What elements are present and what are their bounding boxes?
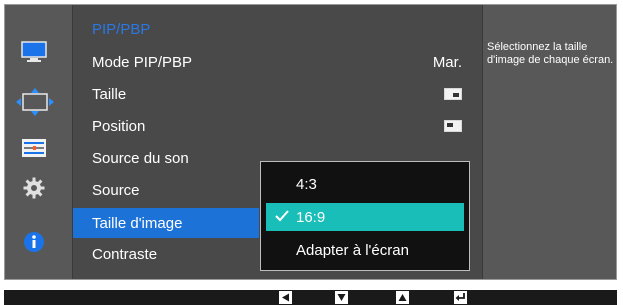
onscreen-display-move-icon[interactable]: [15, 87, 55, 117]
popup-option-adapter-a-l-ecran[interactable]: Adapter à l'écran: [266, 236, 464, 264]
menu-item-value: Mar.: [432, 53, 462, 71]
help-description: Sélectionnez la taille d'image de chaque…: [487, 41, 614, 66]
image-size-popup: 4:3 16:9 Adapter à l'écran: [260, 161, 470, 271]
menu-item-position[interactable]: Position: [73, 111, 482, 141]
system-sliders-icon[interactable]: [19, 133, 49, 163]
menu-item-label: Contraste: [92, 245, 158, 263]
popup-option-label: 16:9: [296, 208, 326, 226]
menu-item-mode-pip-pbp[interactable]: Mode PIP/PBP Mar.: [73, 47, 482, 77]
info-icon[interactable]: [19, 227, 49, 257]
menu-item-label: Position: [92, 117, 146, 135]
menu-item-label: Taille: [92, 85, 127, 103]
arrow-down-key-icon: [335, 291, 348, 304]
enter-key-icon: [454, 291, 467, 304]
arrow-up-key-icon: [396, 291, 409, 304]
arrow-left-key-icon: [279, 291, 292, 304]
osd-icon-rail: [5, 5, 72, 279]
navigation-guide-bar: [4, 290, 617, 305]
pip-size-icon: [444, 88, 462, 100]
menu-item-label: Source du son: [92, 149, 189, 167]
pip-position-icon: [444, 120, 462, 132]
popup-option-label: 4:3: [296, 175, 317, 193]
monitor-osd: PIP/PBP Mode PIP/PBP Mar. Taille Positio…: [4, 4, 617, 280]
picture-icon[interactable]: [19, 37, 49, 67]
popup-option-16-9[interactable]: 16:9: [266, 203, 464, 231]
menu-item-taille-d-image[interactable]: Taille d'image: [73, 208, 259, 238]
menu-item-label: Source: [92, 181, 140, 199]
menu-item-label: Mode PIP/PBP: [92, 53, 193, 71]
menu-header: PIP/PBP: [92, 21, 151, 38]
menu-item-label: Taille d'image: [92, 214, 183, 232]
popup-option-4-3[interactable]: 4:3: [266, 170, 464, 198]
checkmark-icon: [275, 210, 289, 222]
popup-option-label: Adapter à l'écran: [296, 241, 409, 259]
menu-item-taille[interactable]: Taille: [73, 79, 482, 109]
gear-icon[interactable]: [19, 173, 49, 203]
